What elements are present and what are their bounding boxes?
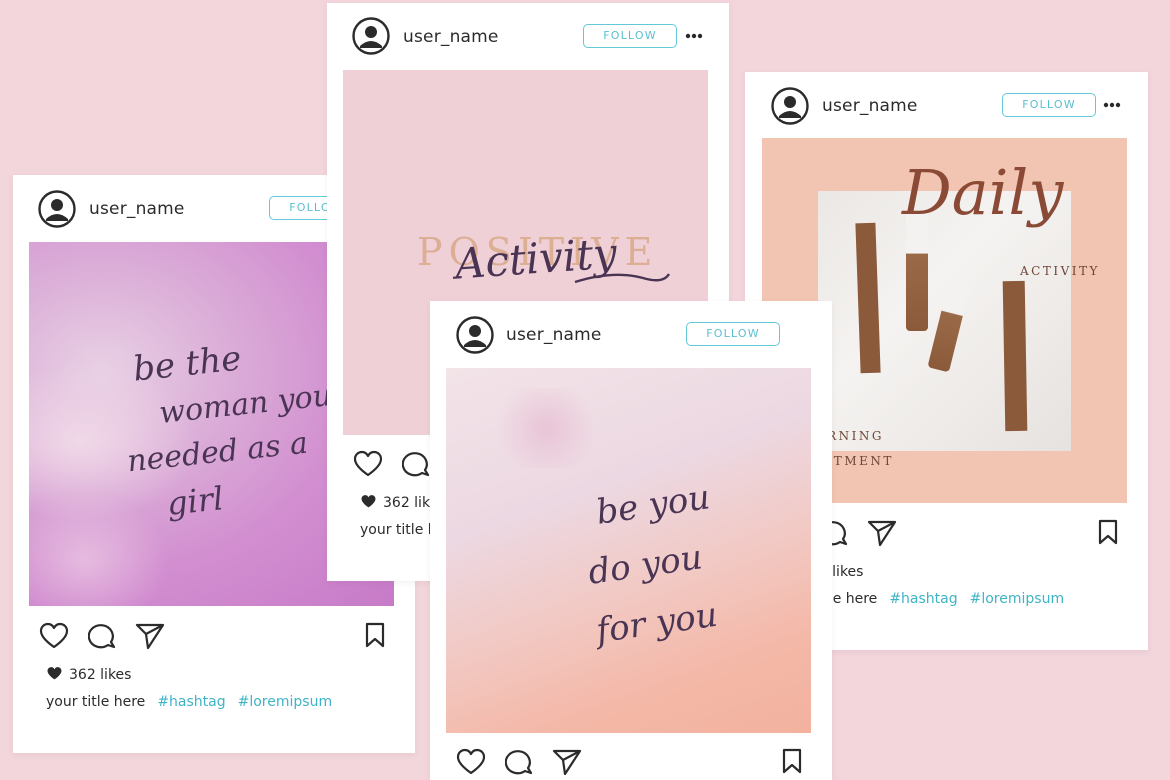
heart-icon[interactable] bbox=[353, 450, 383, 478]
user-avatar-icon[interactable] bbox=[456, 316, 494, 354]
quote-line: for you bbox=[593, 594, 720, 652]
post-image[interactable]: be you do you for you bbox=[446, 368, 811, 733]
subtitle-text: ACTIVITY bbox=[1020, 264, 1100, 278]
product-photo bbox=[818, 191, 1071, 451]
user-avatar-icon[interactable] bbox=[38, 190, 76, 228]
heart-icon[interactable] bbox=[456, 748, 486, 776]
user-avatar-icon[interactable] bbox=[771, 87, 809, 125]
heart-filled-icon bbox=[361, 495, 376, 508]
post-header: user_name FOLLOW bbox=[745, 72, 1148, 140]
post-actions bbox=[456, 748, 806, 778]
caption-title: your title here bbox=[46, 694, 146, 710]
username[interactable]: user_name bbox=[822, 96, 918, 116]
heart-filled-icon bbox=[47, 667, 62, 680]
share-icon[interactable] bbox=[135, 622, 165, 650]
likes-count[interactable]: 362 likes bbox=[46, 666, 131, 683]
quote-line: be you bbox=[593, 477, 713, 533]
post-card-3: user_name FOLLOW be you do you for you bbox=[430, 301, 832, 780]
share-icon[interactable] bbox=[552, 748, 582, 776]
hashtag-link[interactable]: #loremipsum bbox=[238, 694, 332, 710]
bookmark-icon[interactable] bbox=[1097, 519, 1119, 545]
post-header: user_name FOLLOW bbox=[430, 301, 832, 369]
more-dots-icon[interactable] bbox=[685, 33, 703, 39]
comment-icon[interactable] bbox=[88, 622, 118, 650]
post-header: user_name FOLLOW bbox=[327, 3, 729, 71]
follow-button[interactable]: FOLLOW bbox=[686, 322, 780, 346]
quote-line: girl bbox=[165, 479, 226, 523]
more-dots-icon[interactable] bbox=[1103, 102, 1121, 108]
username[interactable]: user_name bbox=[506, 325, 602, 345]
hashtag-link[interactable]: #loremipsum bbox=[970, 591, 1064, 607]
likes-label: 362 likes bbox=[69, 667, 132, 683]
share-icon[interactable] bbox=[867, 519, 897, 547]
follow-button[interactable]: FOLLOW bbox=[1002, 93, 1096, 117]
script-word: Daily bbox=[902, 156, 1064, 229]
hashtag-link[interactable]: #hashtag bbox=[889, 591, 957, 607]
username[interactable]: user_name bbox=[89, 199, 185, 219]
bookmark-icon[interactable] bbox=[781, 748, 803, 774]
quote-line: do you bbox=[585, 537, 705, 593]
post-actions bbox=[39, 622, 389, 652]
comment-icon[interactable] bbox=[402, 450, 432, 478]
username[interactable]: user_name bbox=[403, 27, 499, 47]
follow-button[interactable]: FOLLOW bbox=[583, 24, 677, 48]
hashtag-link[interactable]: #hashtag bbox=[157, 694, 225, 710]
heart-icon[interactable] bbox=[39, 622, 69, 650]
flourish-icon bbox=[574, 273, 671, 284]
user-avatar-icon[interactable] bbox=[352, 17, 390, 55]
bookmark-icon[interactable] bbox=[364, 622, 386, 648]
post-caption: your title here #hashtag #loremipsum bbox=[46, 694, 332, 710]
comment-icon[interactable] bbox=[505, 748, 535, 776]
quote-line: be the bbox=[131, 338, 244, 390]
